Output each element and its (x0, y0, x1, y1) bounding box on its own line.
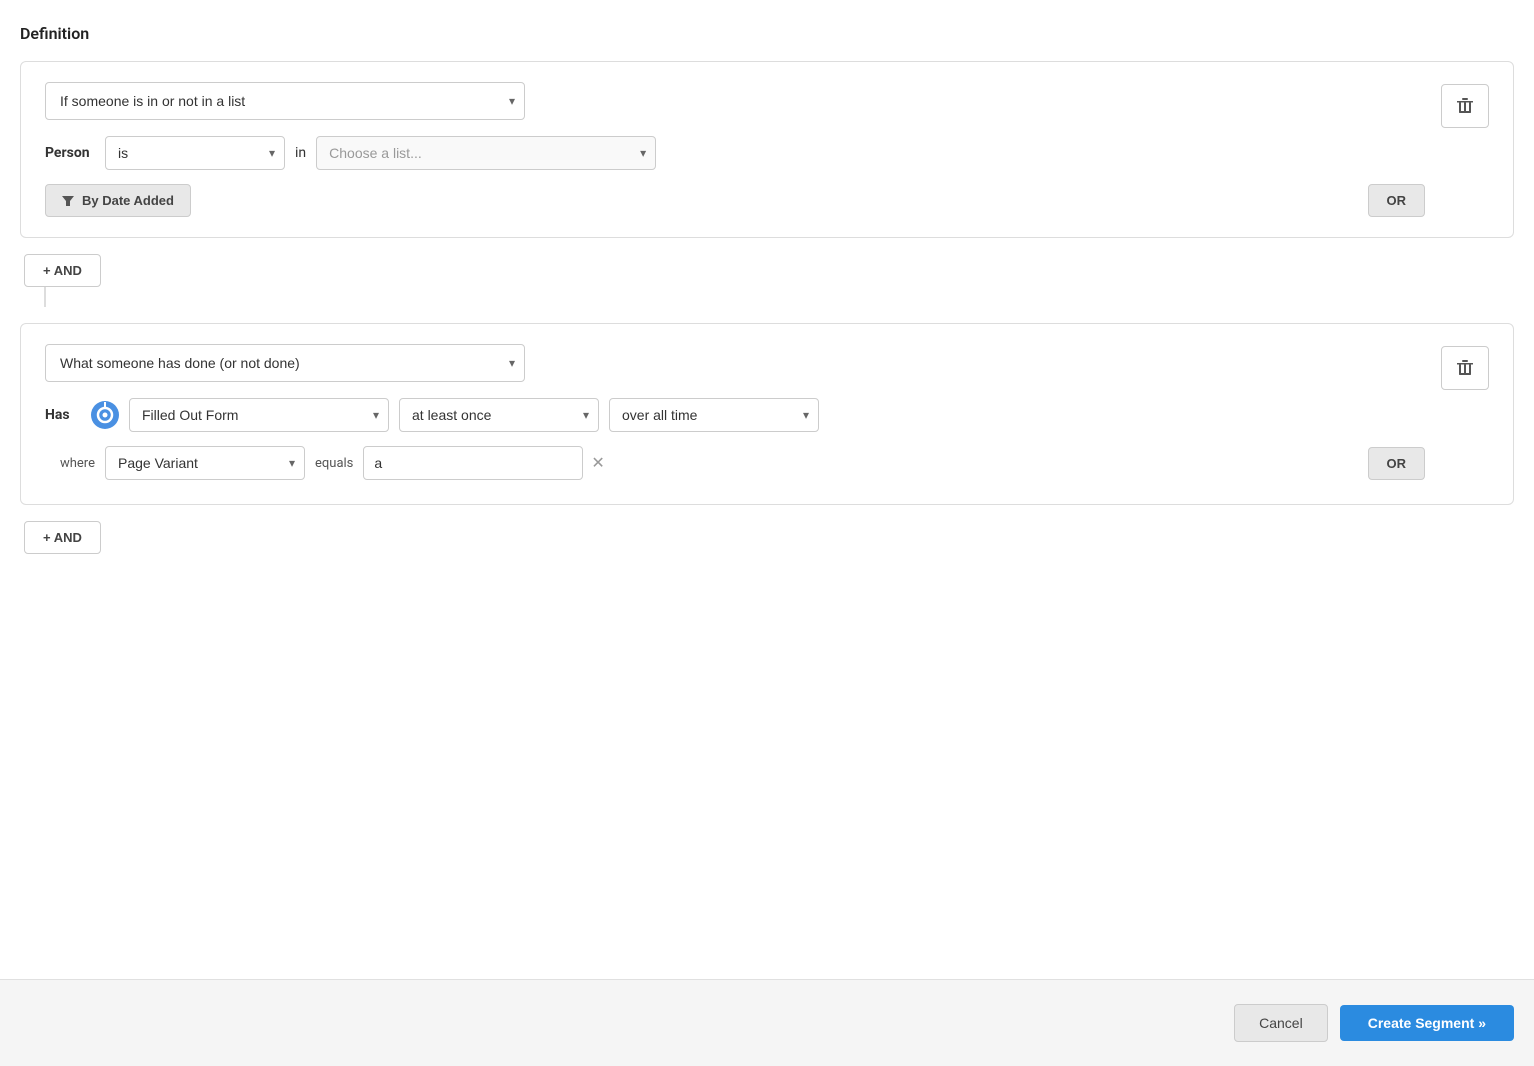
in-label: in (295, 145, 306, 161)
activity-icon (91, 401, 119, 429)
condition-type-select-2[interactable]: What someone has done (or not done) (45, 344, 525, 382)
trash-icon-2 (1457, 359, 1473, 377)
where-label: where (45, 456, 95, 471)
block2-top-row: What someone has done (or not done) (45, 344, 1425, 382)
delete-button-1[interactable] (1441, 84, 1489, 128)
condition-type-wrapper-1: If someone is in or not in a list (45, 82, 525, 120)
time-select[interactable]: over all time (609, 398, 819, 432)
condition-block-1: If someone is in or not in a list Person… (20, 61, 1514, 238)
trash-icon-1 (1457, 97, 1473, 115)
page-title: Definition (20, 24, 1514, 43)
and-line-1 (44, 287, 46, 307)
by-date-added-button[interactable]: By Date Added (45, 184, 191, 217)
time-select-wrapper: over all time (609, 398, 819, 432)
activity-select[interactable]: Filled Out Form (129, 398, 389, 432)
condition-type-select-1[interactable]: If someone is in or not in a list (45, 82, 525, 120)
frequency-select-wrapper: at least once (399, 398, 599, 432)
person-row: Person is in Choose a list... (45, 136, 1425, 170)
activity-select-wrapper: Filled Out Form (129, 398, 389, 432)
is-select-wrapper: is (105, 136, 285, 170)
and-button-2[interactable]: + AND (24, 521, 101, 554)
and-connector-1: + AND (20, 254, 1514, 307)
or-button-1[interactable]: OR (1368, 184, 1426, 217)
frequency-select[interactable]: at least once (399, 398, 599, 432)
equals-label: equals (315, 456, 353, 471)
funnel-icon (62, 196, 74, 206)
value-input[interactable] (363, 446, 583, 480)
and-connector-2: + AND (20, 521, 1514, 554)
list-select[interactable]: Choose a list... (316, 136, 656, 170)
value-wrapper: ✕ (363, 446, 612, 480)
or-button-2[interactable]: OR (1368, 447, 1426, 480)
is-select[interactable]: is (105, 136, 285, 170)
condition-type-wrapper-2: What someone has done (or not done) (45, 344, 525, 382)
and-button-1[interactable]: + AND (24, 254, 101, 287)
clear-value-button[interactable]: ✕ (583, 449, 612, 477)
create-segment-button[interactable]: Create Segment » (1340, 1005, 1514, 1041)
where-row: where Page Variant equals ✕ OR (45, 446, 1425, 480)
variant-select[interactable]: Page Variant (105, 446, 305, 480)
list-select-wrapper: Choose a list... (316, 136, 656, 170)
variant-select-wrapper: Page Variant (105, 446, 305, 480)
cancel-button[interactable]: Cancel (1234, 1004, 1328, 1042)
has-label: Has (45, 407, 81, 423)
has-row: Has Filled Out Form (45, 398, 1425, 432)
delete-button-2[interactable] (1441, 346, 1489, 390)
condition-block-2: What someone has done (or not done) Has (20, 323, 1514, 505)
filter-row-1: By Date Added OR (45, 184, 1425, 217)
footer-bar: Cancel Create Segment » (0, 979, 1534, 1066)
person-label: Person (45, 145, 95, 161)
